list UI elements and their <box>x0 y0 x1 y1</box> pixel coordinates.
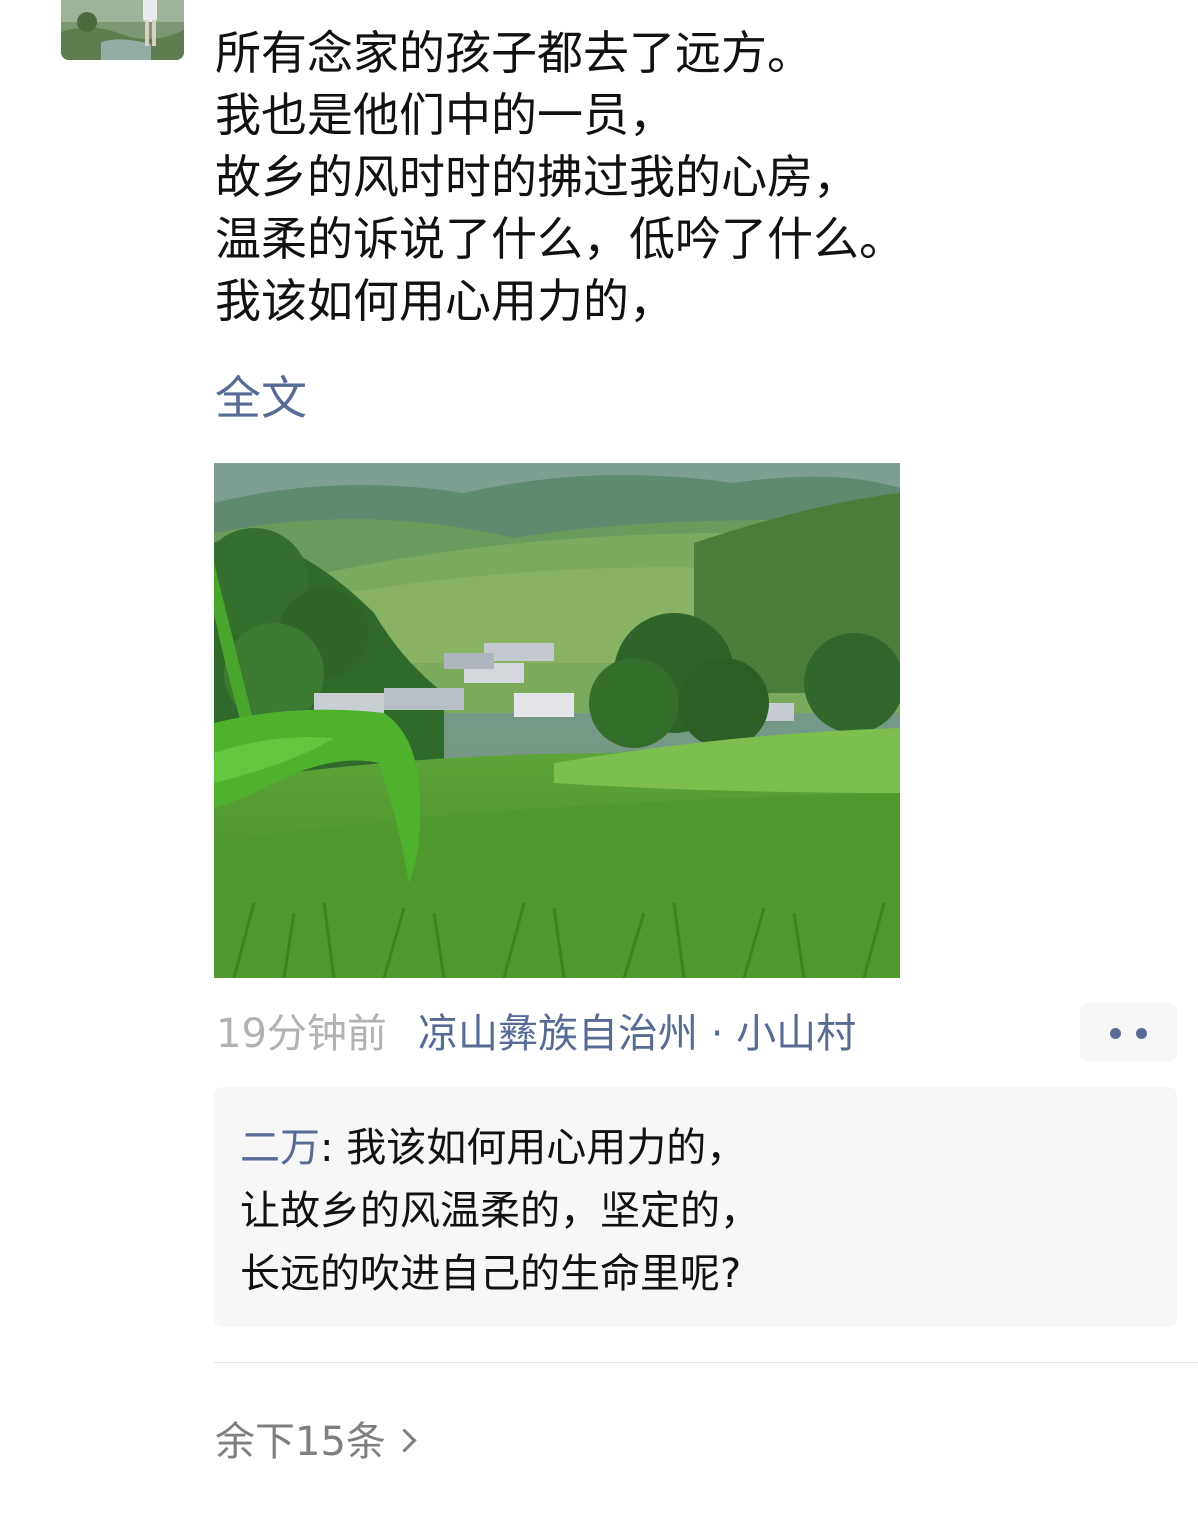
post-text: 所有念家的孩子都去了远方。 我也是他们中的一员， 故乡的风时时的拂过我的心房， … <box>215 22 1155 332</box>
comment-text: 我该如何用心用力的， <box>346 1125 747 1171</box>
remaining-comments-link[interactable]: 余下15条 <box>215 1414 417 1470</box>
more-actions-button[interactable] <box>1080 1003 1177 1062</box>
comment-line: 让故乡的风温柔的，坚定的， <box>240 1188 760 1234</box>
post-line: 我该如何用心用力的， <box>215 274 675 328</box>
post-timestamp: 19分钟前 <box>216 1011 387 1057</box>
avatar[interactable] <box>61 0 184 60</box>
comment-line: 长远的吹进自己的生命里呢? <box>240 1251 742 1297</box>
comment-author[interactable]: 二万 <box>240 1125 320 1171</box>
comment-line: 二万: 我该如何用心用力的， <box>240 1117 1140 1180</box>
comment-separator: : <box>320 1125 347 1171</box>
more-dots-icon <box>1136 1028 1147 1039</box>
remaining-label: 余下15条 <box>215 1419 386 1465</box>
post-line: 我也是他们中的一员， <box>215 88 675 142</box>
post-line: 所有念家的孩子都去了远方。 <box>215 26 813 80</box>
post-line: 温柔的诉说了什么，低吟了什么。 <box>215 212 905 266</box>
post-location[interactable]: 凉山彝族自治州 · 小山村 <box>418 1006 856 1062</box>
comment-panel: 二万: 我该如何用心用力的， 让故乡的风温柔的，坚定的， 长远的吹进自己的生命里… <box>214 1087 1177 1327</box>
comment[interactable]: 二万: 我该如何用心用力的， 让故乡的风温柔的，坚定的， 长远的吹进自己的生命里… <box>240 1117 1140 1306</box>
full-text-link[interactable]: 全文 <box>215 367 307 429</box>
post-line: 故乡的风时时的拂过我的心房， <box>215 150 859 204</box>
more-dots-icon <box>1110 1028 1121 1039</box>
chevron-right-icon <box>392 1428 417 1453</box>
moments-feed: 所有念家的孩子都去了远方。 我也是他们中的一员， 故乡的风时时的拂过我的心房， … <box>0 0 1198 1524</box>
divider <box>214 1362 1198 1363</box>
post-photo[interactable] <box>214 463 900 978</box>
